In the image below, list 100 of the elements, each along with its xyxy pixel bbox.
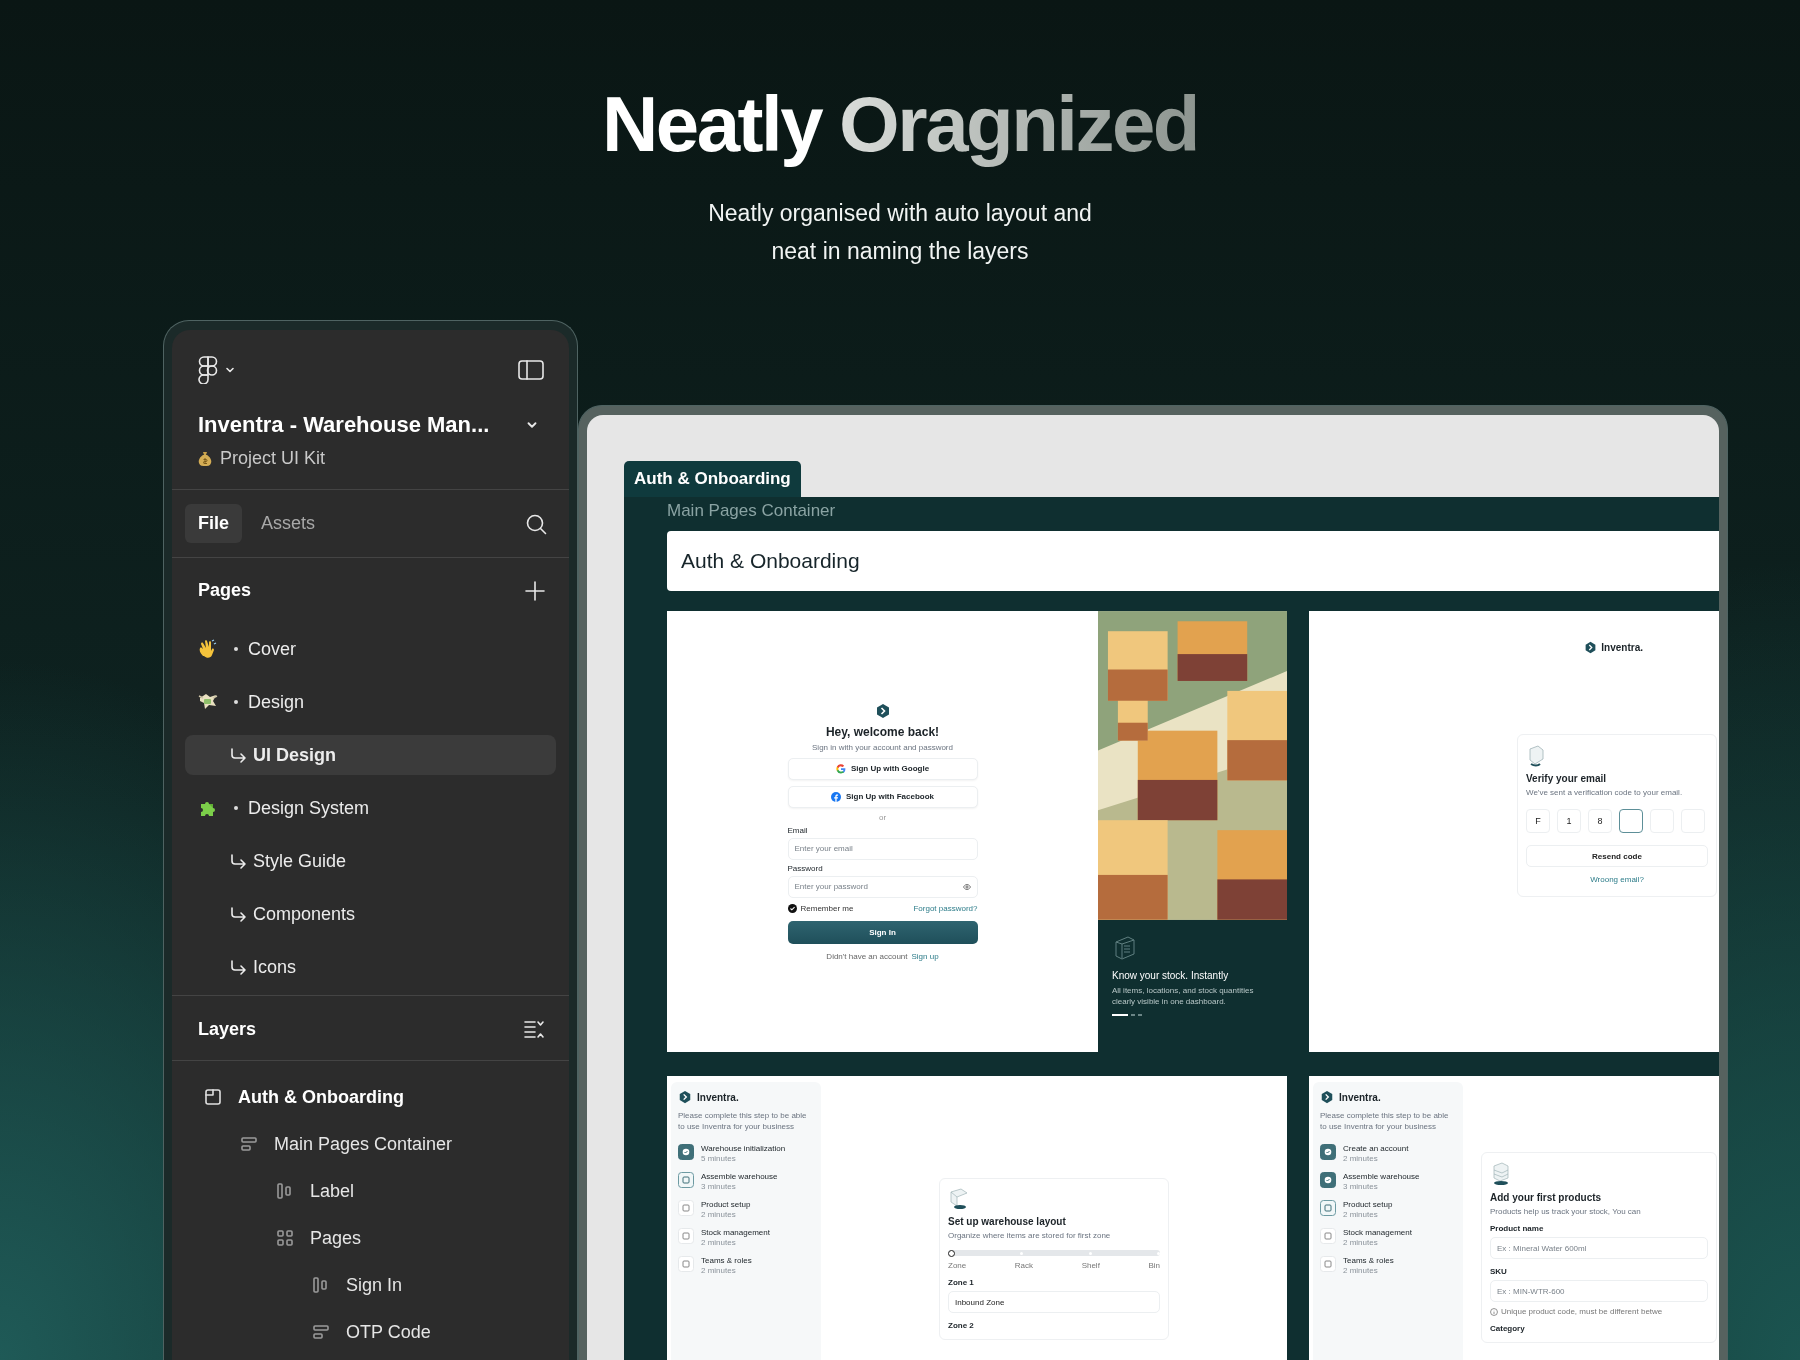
step-title: Stock management — [701, 1228, 770, 1237]
field-label: Category — [1490, 1324, 1526, 1333]
list-collapse-icon[interactable] — [523, 1018, 545, 1040]
email-field[interactable]: Enter your email — [787, 837, 978, 860]
section-heading: Layers — [198, 1018, 257, 1040]
google-logo-icon — [835, 763, 846, 774]
column-layer-icon — [312, 1276, 330, 1294]
search-icon[interactable] — [525, 512, 547, 535]
step-title: Warehouse initialization — [701, 1144, 786, 1153]
step-duration: 2 minutes — [701, 1210, 737, 1219]
code-digit-field[interactable]: F — [1526, 809, 1550, 833]
sign-up-link[interactable]: Sign up — [911, 951, 939, 961]
grid-layer-icon — [276, 1229, 294, 1247]
project-name: Project UI Kit — [220, 448, 326, 469]
stepper-stop[interactable] — [948, 1249, 955, 1257]
subpage-item[interactable]: Style Guide — [185, 841, 556, 881]
stepper-label: Bin — [1148, 1261, 1160, 1270]
step-duration: 3 minutes — [1343, 1182, 1379, 1191]
divider-text: or — [878, 812, 887, 822]
field-label: Zone 2 — [948, 1321, 975, 1330]
sidebar-toggle-icon[interactable] — [517, 358, 545, 382]
field-label: SKU — [1490, 1267, 1508, 1276]
section-heading: Pages — [198, 580, 252, 601]
code-digit-field[interactable] — [1619, 809, 1643, 833]
step-title: Assemble warehouse — [701, 1172, 778, 1181]
code-digit-field[interactable]: 1 — [1557, 809, 1581, 833]
resend-code-button[interactable]: Resend code — [1526, 845, 1708, 867]
brand-name: Inventra. — [697, 1091, 739, 1103]
page-item[interactable]: Design System — [185, 788, 556, 828]
step-title: Assemble warehouse — [1343, 1172, 1420, 1181]
zone-name-field[interactable]: Inbound Zone — [948, 1291, 1160, 1313]
step-duration: 2 minutes — [701, 1238, 737, 1247]
building-icon — [1112, 934, 1138, 960]
app-menu-button[interactable] — [198, 356, 236, 384]
panel-tab[interactable]: Assets — [248, 504, 329, 543]
layer-item[interactable]: Sign In — [172, 1265, 569, 1305]
step-title: Stock management — [1343, 1228, 1412, 1237]
page-item[interactable]: Design — [185, 682, 556, 722]
verify-subtitle: We've sent a verification code to your email. — [1526, 788, 1684, 797]
card-subtitle: Organize where items are stored for first zone — [948, 1231, 1112, 1240]
dot-icon — [234, 647, 238, 651]
step-title: Create an account — [1343, 1144, 1409, 1153]
panel-tab[interactable]: File — [185, 504, 242, 543]
subpage-item[interactable]: UI Design — [185, 735, 556, 775]
footer-text: Didn't have an account — [826, 951, 908, 961]
step-title: Product setup — [1343, 1200, 1393, 1209]
return-arrow-icon — [229, 958, 247, 976]
brand-logo-icon — [1320, 1090, 1334, 1104]
return-arrow-icon — [229, 905, 247, 923]
text-field[interactable]: Ex : Mineral Water 600ml — [1490, 1237, 1708, 1259]
column-layer-icon — [276, 1182, 294, 1200]
step-title: Product setup — [701, 1200, 751, 1209]
step-duration: 2 minutes — [701, 1266, 737, 1275]
stepper-label: Shelf — [1081, 1261, 1100, 1270]
field-label: Password — [787, 863, 823, 873]
dot-icon — [234, 806, 238, 810]
container-label: Main Pages Container — [667, 500, 837, 522]
card-title: Add your first products — [1490, 1192, 1603, 1203]
layer-item[interactable]: Auth & Onboarding — [172, 1077, 569, 1117]
page-item[interactable]: Cover — [185, 629, 556, 669]
sign-in-button[interactable]: Sign In — [787, 920, 978, 944]
eye-icon — [962, 882, 971, 891]
text-field[interactable]: Ex : MIN-WTR-600 — [1490, 1280, 1708, 1302]
verify-title: Verify your email — [1526, 773, 1608, 784]
add-page-icon[interactable] — [525, 580, 545, 601]
waving-hand-icon — [198, 639, 218, 659]
code-digit-field[interactable]: 8 — [1588, 809, 1612, 833]
money-bag-icon — [198, 450, 212, 467]
subpage-item[interactable]: Icons — [185, 947, 556, 987]
step-duration: 2 minutes — [1343, 1210, 1379, 1219]
checkbox-label: Remember me — [800, 903, 854, 913]
step-duration: 3 minutes — [701, 1182, 737, 1191]
layer-item[interactable]: Main Pages Container — [172, 1124, 569, 1164]
info-icon — [1490, 1307, 1498, 1316]
social-sign-in-button[interactable]: Sign Up with Facebook — [787, 785, 978, 808]
field-label: Email — [787, 825, 808, 835]
shield-illustration-icon — [1526, 745, 1546, 767]
card-subtitle: Products help us track your stock, You can — [1490, 1207, 1642, 1216]
step-duration: 2 minutes — [1343, 1154, 1379, 1163]
hero-title-lead: Neatly — [602, 80, 822, 168]
boxes-illustration-icon — [1490, 1162, 1512, 1186]
brand-logo-icon — [1584, 641, 1598, 654]
layer-item[interactable]: OTP Code — [172, 1312, 569, 1352]
frame-layer-icon — [204, 1088, 222, 1106]
field-label: Zone 1 — [948, 1278, 975, 1287]
layer-item[interactable]: Label — [172, 1171, 569, 1211]
password-field[interactable]: Enter your password — [787, 875, 978, 898]
promo-title: Know your stock. Instantly — [1112, 970, 1230, 981]
layer-item[interactable]: Pages — [172, 1218, 569, 1258]
subpage-item[interactable]: Components — [185, 894, 556, 934]
return-arrow-icon — [229, 852, 247, 870]
step-duration: 5 minutes — [701, 1154, 737, 1163]
dot-icon — [234, 700, 238, 704]
brand-logo-icon — [678, 1090, 692, 1104]
forgot-password-link[interactable]: Forgot password? — [913, 903, 978, 913]
wrong-email-link[interactable]: Wroong email? — [1590, 875, 1644, 884]
card-title: Set up warehouse layout — [948, 1216, 1067, 1227]
return-arrow-icon — [229, 746, 247, 764]
social-sign-in-button[interactable]: Sign Up with Google — [787, 757, 978, 780]
brand-name: Inventra. — [1339, 1091, 1381, 1103]
